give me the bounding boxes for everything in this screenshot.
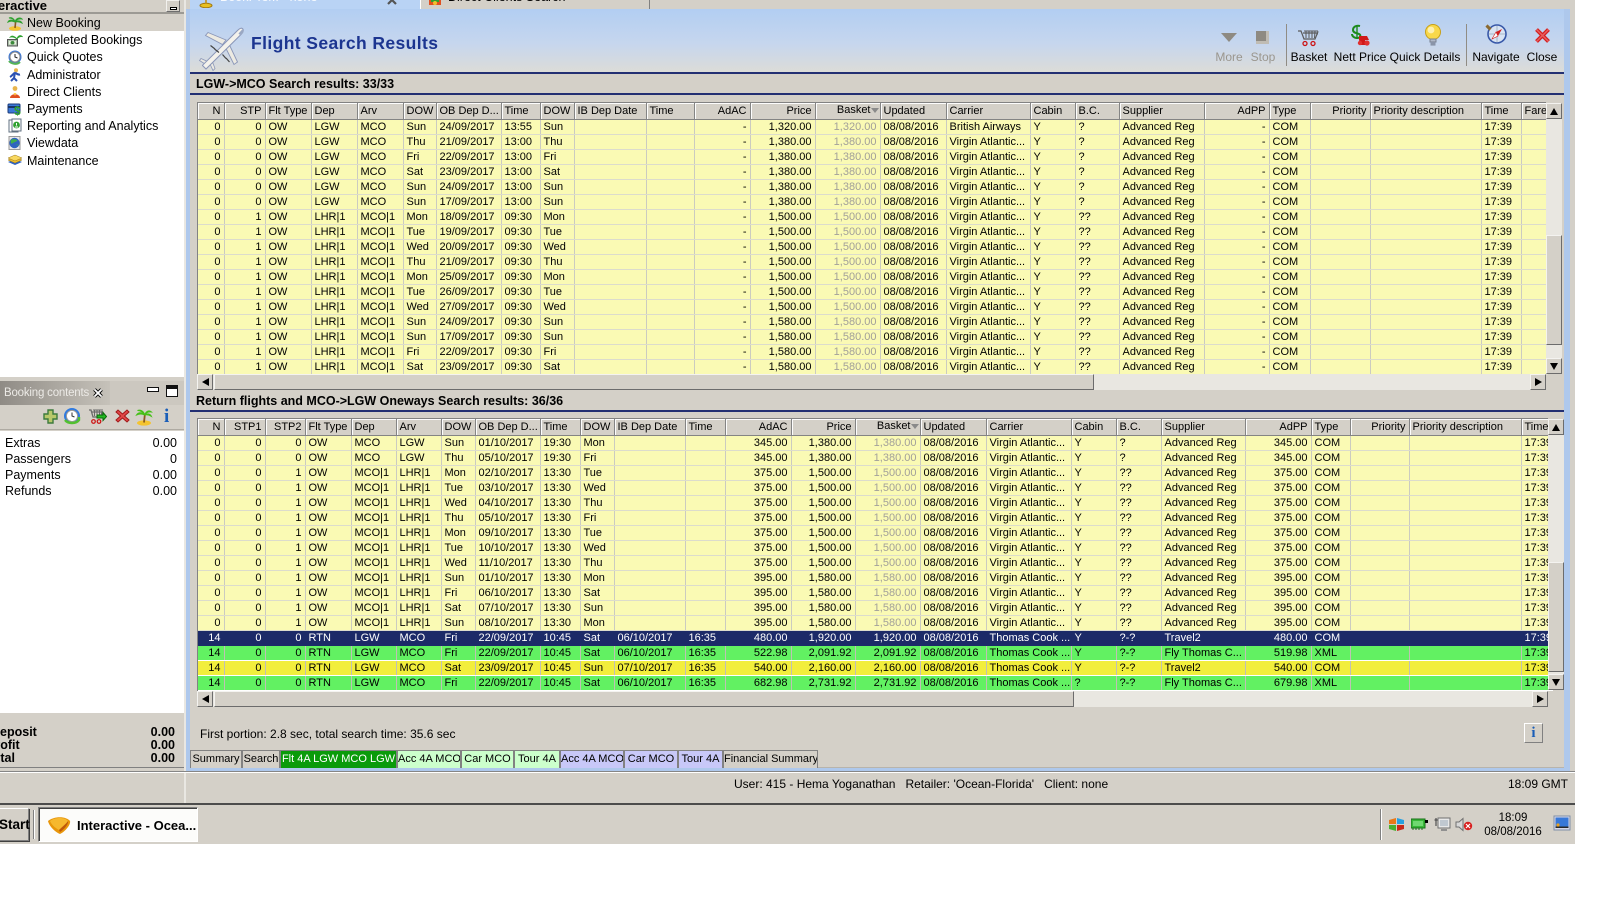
svg-text:$: $	[14, 104, 21, 117]
